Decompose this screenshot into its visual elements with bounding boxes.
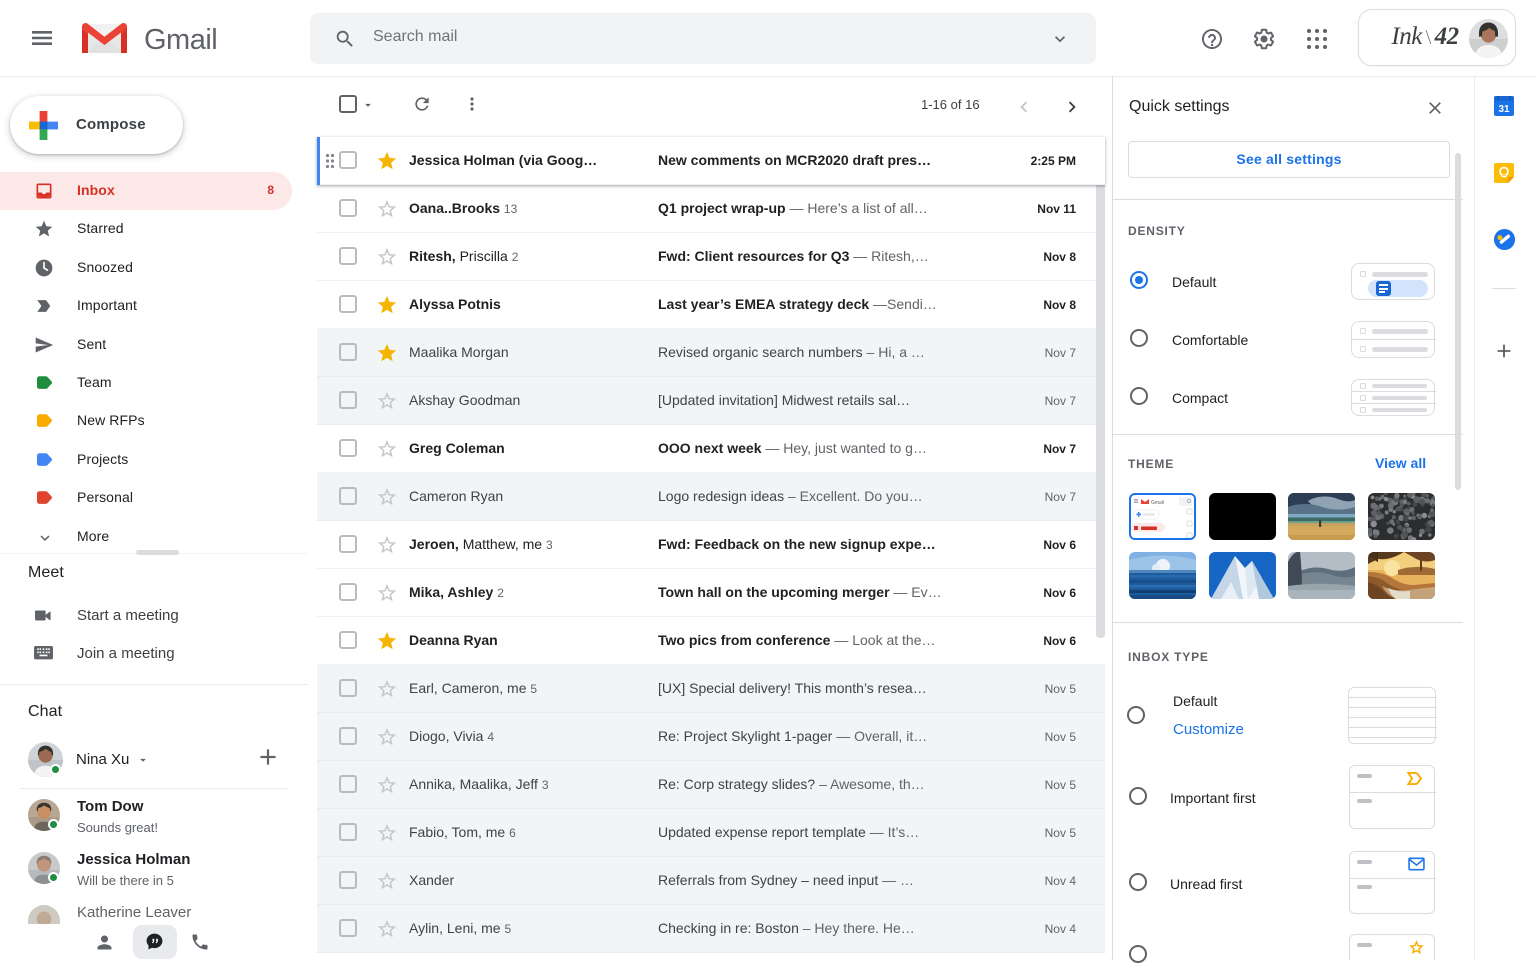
svg-text:31: 31 [1498, 104, 1510, 115]
svg-text:Gmail: Gmail [1151, 500, 1164, 506]
